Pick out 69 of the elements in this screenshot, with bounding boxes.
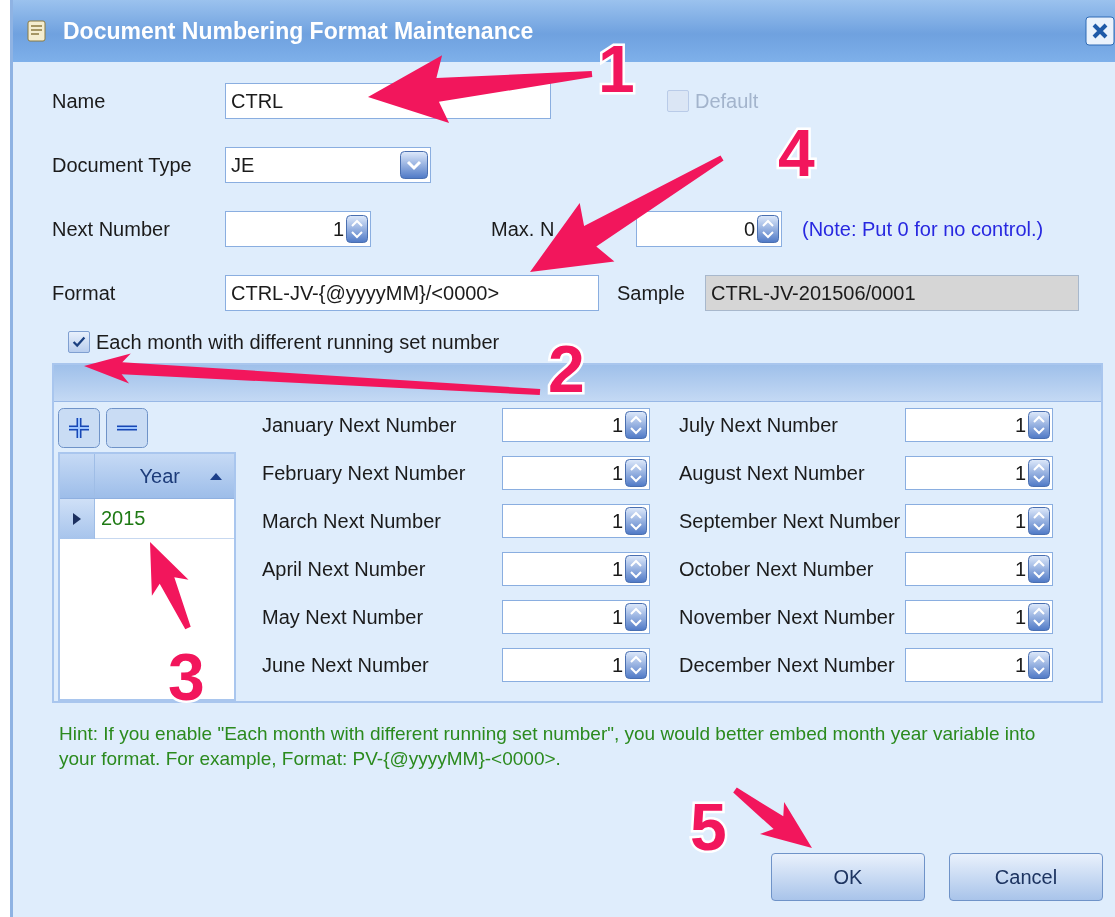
field-label: Name — [52, 89, 107, 113]
close-icon[interactable] — [1085, 16, 1115, 46]
field-label: October Next Number — [679, 557, 875, 581]
dialog-button[interactable]: OK — [771, 853, 925, 901]
spin-buttons[interactable] — [1028, 603, 1050, 631]
number-field[interactable]: 1 — [502, 552, 650, 586]
field-label: December Next Number — [679, 653, 896, 677]
field-label: Document Type — [52, 153, 193, 177]
number-field[interactable]: 1 — [502, 456, 650, 490]
spin-buttons[interactable] — [1028, 507, 1050, 535]
document-type-dropdown[interactable]: JE — [225, 147, 431, 183]
annotation-number: 3 — [168, 640, 205, 714]
annotation-number: 4 — [778, 116, 815, 190]
field-label: February Next Number — [262, 461, 467, 485]
spin-buttons[interactable] — [625, 651, 647, 679]
annotation-number: 1 — [598, 32, 635, 106]
dropdown-caret-icon[interactable] — [400, 151, 428, 179]
add-button[interactable] — [58, 408, 100, 448]
number-field[interactable]: 1 — [905, 600, 1053, 634]
annotation-number: 2 — [548, 332, 585, 406]
number-field[interactable]: 1 — [225, 211, 371, 247]
document-icon — [27, 20, 47, 42]
sample-field[interactable]: CTRL-JV-201506/0001 — [705, 275, 1079, 311]
dialog-button[interactable]: Cancel — [949, 853, 1103, 901]
field-label: August Next Number — [679, 461, 866, 485]
number-field[interactable]: 1 — [502, 600, 650, 634]
checkbox[interactable] — [68, 331, 90, 353]
field-label: April Next Number — [262, 557, 427, 581]
field-label: June Next Number — [262, 653, 430, 677]
window-title: Document Numbering Format Maintenance — [63, 17, 535, 45]
field-label: Next Number — [52, 217, 171, 241]
format-field[interactable]: CTRL-JV-{@yyyyMM}/<0000> — [225, 275, 599, 311]
hint-text: Hint: If you enable "Each month with different running set number", you would better embed month year variable into your format. For example, Format: PV-{@yyyyMM}-<0000>. — [59, 722, 1037, 771]
number-field[interactable]: 1 — [905, 504, 1053, 538]
annotation-number: 5 — [690, 790, 727, 864]
number-field[interactable]: 1 — [502, 648, 650, 682]
checkbox-label: Each month with different running set number — [96, 330, 500, 354]
number-field[interactable]: 1 — [905, 408, 1053, 442]
spin-buttons[interactable] — [1028, 651, 1050, 679]
field-label: Sample — [617, 281, 686, 305]
spin-buttons[interactable] — [1028, 459, 1050, 487]
field-label: January Next Number — [262, 413, 458, 437]
field-label: November Next Number — [679, 605, 896, 629]
checkbox-label: Default — [695, 89, 759, 113]
field-label: July Next Number — [679, 413, 839, 437]
field-label: March Next Number — [262, 509, 442, 533]
spin-buttons[interactable] — [1028, 555, 1050, 583]
number-field[interactable]: 1 — [905, 552, 1053, 586]
note-text: (Note: Put 0 for no control.) — [802, 217, 1044, 241]
spin-buttons[interactable] — [757, 215, 779, 243]
field-label: May Next Number — [262, 605, 425, 629]
number-field[interactable]: 1 — [502, 408, 650, 442]
field-label: Max. N — [491, 217, 556, 241]
number-field[interactable]: 1 — [905, 648, 1053, 682]
spin-buttons[interactable] — [625, 507, 647, 535]
spin-buttons[interactable] — [625, 459, 647, 487]
number-field[interactable]: 1 — [905, 456, 1053, 490]
number-field[interactable]: 1 — [502, 504, 650, 538]
field-label: September Next Number — [679, 509, 902, 533]
spin-buttons[interactable] — [625, 603, 647, 631]
field-label: Format — [52, 281, 117, 305]
spin-buttons[interactable] — [625, 411, 647, 439]
table-cell[interactable]: 2015 — [95, 499, 234, 539]
spin-buttons[interactable] — [625, 555, 647, 583]
row-pointer-icon — [72, 512, 82, 526]
spin-buttons[interactable] — [346, 215, 368, 243]
number-field[interactable]: 0 — [636, 211, 782, 247]
spin-buttons[interactable] — [1028, 411, 1050, 439]
remove-button[interactable] — [106, 408, 148, 448]
